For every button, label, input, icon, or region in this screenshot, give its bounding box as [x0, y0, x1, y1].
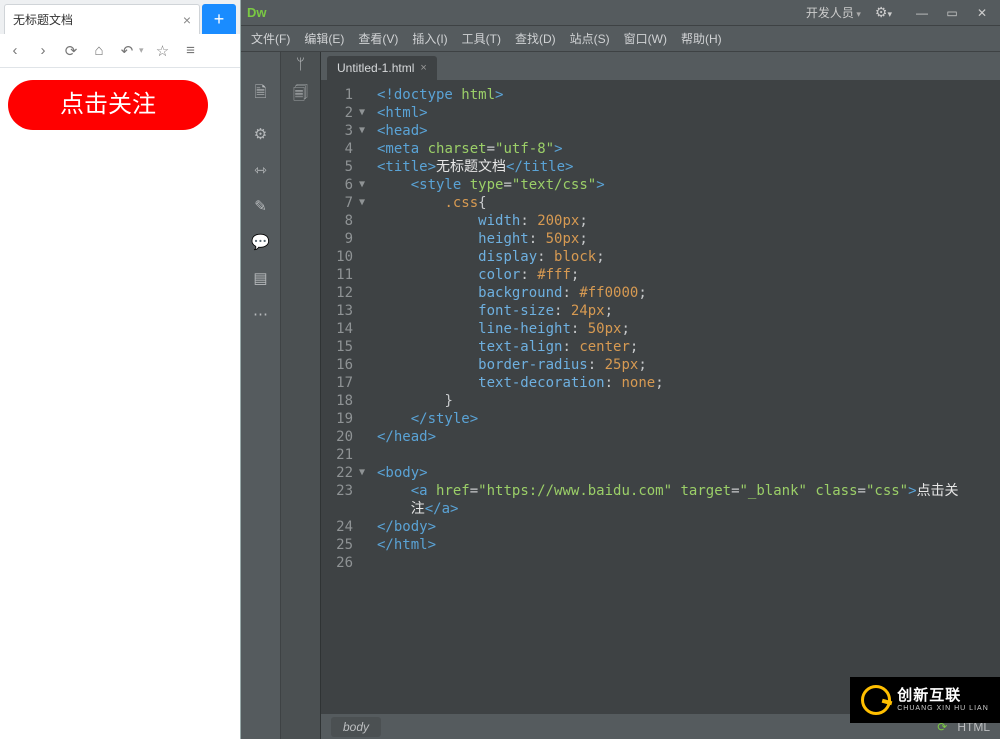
undo-icon[interactable]: ↶ — [118, 42, 136, 60]
menu-item[interactable]: 文件(F) — [251, 30, 290, 47]
expand-icon[interactable]: ⇿ — [254, 161, 267, 179]
watermark-text: 创新互联 — [897, 688, 989, 703]
menu-bar: 文件(F) 编辑(E) 查看(V) 插入(I) 工具(T) 查找(D) 站点(S) 窗口(W)… — [241, 26, 1000, 52]
settings-icon[interactable]: ⚙ — [254, 125, 267, 143]
close-icon[interactable]: × — [420, 62, 426, 74]
status-selector[interactable]: body — [331, 717, 381, 737]
file-tab-row: Untitled-1.html × — [321, 52, 1000, 80]
more-icon[interactable]: ⋯ — [253, 305, 268, 323]
title-bar: Dw 开发人员 ⚙▾ — ▭ ✕ — [241, 0, 1000, 26]
dropdown-icon[interactable]: ▾ — [139, 45, 144, 56]
editor-area: Untitled-1.html × 1 2▼3▼4 5 6▼7▼8 9 10 1… — [321, 52, 1000, 739]
browser-tab-title: 无标题文档 — [13, 11, 73, 28]
document-icon[interactable]: 🗐 — [293, 83, 308, 108]
menu-item[interactable]: 查找(D) — [515, 30, 556, 47]
file-tab-label: Untitled-1.html — [337, 61, 414, 75]
dreamweaver-panel: Dw 开发人员 ⚙▾ — ▭ ✕ 文件(F) 编辑(E) 查看(V) 插入(I) 工具(… — [241, 0, 1000, 739]
app-logo: Dw — [247, 5, 267, 20]
menu-item[interactable]: 工具(T) — [462, 30, 501, 47]
code-editor[interactable]: 1 2▼3▼4 5 6▼7▼8 9 10 11 12 13 14 15 16 1… — [321, 80, 1000, 713]
back-icon[interactable]: ‹ — [6, 42, 24, 59]
workspace-dropdown[interactable]: 开发人员 — [800, 2, 867, 23]
browser-toolbar: ‹ › ⟳ ⌂ ↶▾ ☆ ≡ — [0, 34, 240, 68]
watermark-logo: 创新互联 CHUANG XIN HU LIAN — [850, 677, 1000, 723]
code-content[interactable]: <!doctype html><html><head><meta charset… — [371, 84, 1000, 713]
menu-item[interactable]: 帮助(H) — [681, 30, 722, 47]
menu-item[interactable]: 查看(V) — [358, 30, 398, 47]
watermark-icon — [861, 685, 891, 715]
browser-tab[interactable]: 无标题文档 × — [4, 4, 200, 34]
minimize-button[interactable]: — — [910, 4, 934, 22]
tree-icon[interactable]: ᛘ — [296, 56, 305, 73]
close-button[interactable]: ✕ — [970, 4, 994, 22]
menu-item[interactable]: 插入(I) — [412, 30, 447, 47]
panel-icon[interactable]: ▤ — [253, 269, 267, 287]
watermark-subtext: CHUANG XIN HU LIAN — [897, 705, 989, 712]
new-tab-button[interactable]: + — [202, 4, 236, 34]
maximize-button[interactable]: ▭ — [940, 4, 964, 22]
close-icon[interactable]: × — [183, 12, 191, 28]
home-icon[interactable]: ⌂ — [90, 42, 108, 59]
forward-icon[interactable]: › — [34, 42, 52, 59]
preview-body: 点击关注 — [0, 68, 240, 739]
menu-item[interactable]: 编辑(E) — [304, 30, 344, 47]
browser-tab-row: 无标题文档 × + — [0, 0, 240, 34]
star-icon[interactable]: ☆ — [154, 42, 172, 60]
file-icon[interactable]: 🗎 — [254, 82, 266, 107]
menu-icon[interactable]: ≡ — [182, 42, 200, 59]
comment-icon[interactable]: 💬 — [251, 233, 270, 251]
wand-icon[interactable]: ✎ — [254, 197, 267, 215]
menu-item[interactable]: 窗口(W) — [624, 30, 667, 47]
vertical-toolbar: 🗎 ⚙ ⇿ ✎ 💬 ▤ ⋯ — [241, 52, 281, 739]
reload-icon[interactable]: ⟳ — [62, 42, 80, 60]
preview-link-button[interactable]: 点击关注 — [8, 80, 208, 130]
file-tab[interactable]: Untitled-1.html × — [327, 56, 437, 80]
line-gutter: 1 2▼3▼4 5 6▼7▼8 9 10 11 12 13 14 15 16 1… — [321, 84, 371, 713]
browser-preview: 无标题文档 × + ‹ › ⟳ ⌂ ↶▾ ☆ ≡ 点击关注 — [0, 0, 241, 739]
file-panel-rail: ᛘ 🗐 — [281, 52, 321, 739]
menu-item[interactable]: 站点(S) — [570, 30, 610, 47]
gear-icon[interactable]: ⚙▾ — [875, 4, 892, 21]
